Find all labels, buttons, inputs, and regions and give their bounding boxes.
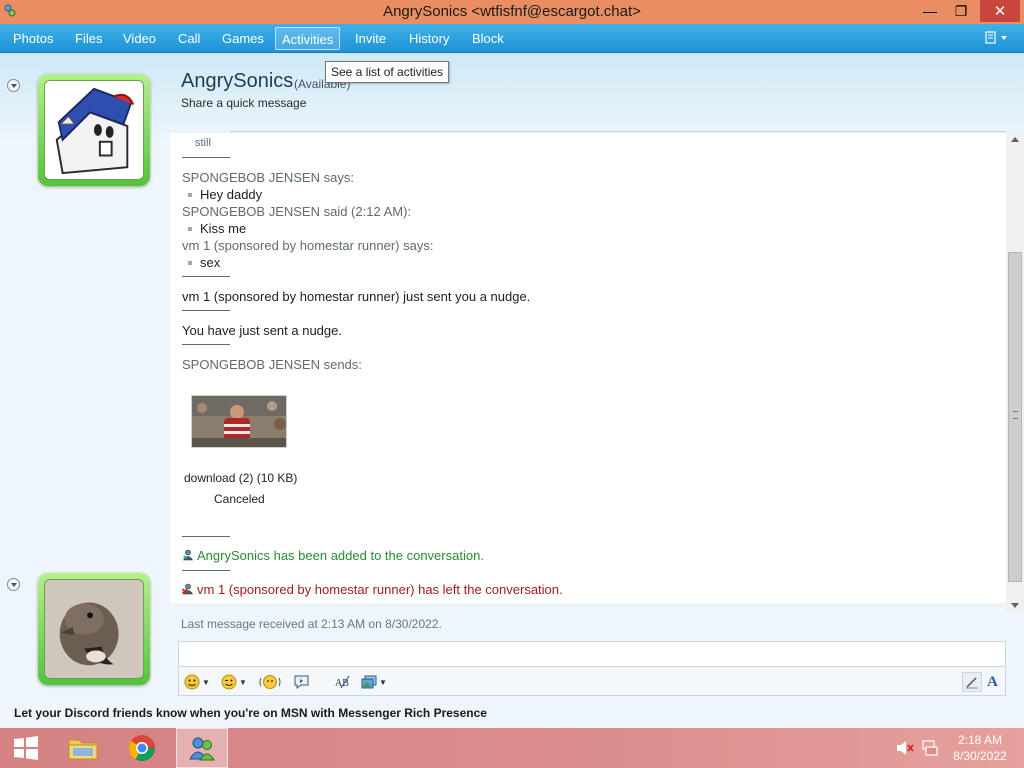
personal-message: Share a quick message (181, 96, 307, 110)
messenger-taskbar-button[interactable] (176, 728, 228, 768)
separator (182, 157, 230, 158)
chrome-icon (128, 735, 156, 762)
scroll-down-arrow[interactable] (1011, 603, 1019, 608)
header-divider (230, 131, 1006, 132)
file-explorer-button[interactable] (56, 728, 110, 768)
separator (182, 570, 230, 571)
sender-line: SPONGEBOB JENSEN says: (182, 170, 354, 185)
volume-muted-icon[interactable] (896, 740, 914, 756)
handwriting-button[interactable] (962, 672, 982, 692)
tab-history[interactable]: History (403, 27, 455, 50)
nudge-icon (259, 675, 281, 689)
menu-bar: Photos Files Video Call Games Activities… (0, 24, 1024, 53)
wink-button[interactable]: ▼ (221, 672, 247, 692)
nudge-button[interactable] (259, 672, 281, 692)
network-icon[interactable] (921, 739, 939, 757)
taskbar: 2:18 AM 8/30/2022 (0, 728, 1024, 768)
file-status: Canceled (214, 492, 265, 506)
tab-block[interactable]: Block (466, 27, 510, 50)
separator (182, 310, 230, 311)
tab-games[interactable]: Games (216, 27, 270, 50)
sender-line: vm 1 (sponsored by homestar runner) says… (182, 238, 434, 253)
bullet (188, 193, 192, 197)
window-title: AngrySonics <wtfisfnf@escargot.chat> (383, 3, 641, 20)
tab-activities[interactable]: Activities (275, 27, 341, 50)
file-name: download (2) (10 KB) (184, 471, 298, 485)
user-joined-text: AngrySonics has been added to the conver… (197, 548, 484, 563)
truncated-message: still (195, 137, 211, 149)
background-icon (361, 675, 377, 689)
message-input[interactable] (178, 641, 1006, 667)
show-menu-icon[interactable] (984, 30, 1014, 47)
bullet (188, 261, 192, 265)
sender-line: SPONGEBOB JENSEN said (2:12 AM): (182, 204, 412, 219)
maximize-button[interactable]: ❐ (946, 0, 976, 22)
sender-line: SPONGEBOB JENSEN sends: (182, 357, 362, 372)
background-button[interactable]: ▼ (361, 672, 387, 692)
house-avatar-icon (45, 81, 143, 179)
scroll-up-arrow[interactable] (1011, 137, 1019, 142)
tab-video[interactable]: Video (117, 27, 162, 50)
user-joined-notice: AngrySonics has been added to the conver… (182, 548, 484, 563)
last-message-info: Last message received at 2:13 AM on 8/30… (181, 617, 442, 631)
bullet (188, 227, 192, 231)
close-button[interactable]: ✕ (980, 0, 1020, 22)
header-background (0, 53, 1024, 143)
tab-photos[interactable]: Photos (7, 27, 59, 50)
separator (182, 276, 230, 277)
user-left-text: vm 1 (sponsored by homestar runner) has … (197, 582, 563, 597)
user-joined-icon (182, 549, 194, 561)
tab-invite[interactable]: Invite (349, 27, 392, 50)
spellcheck-icon: AB (335, 675, 350, 689)
scroll-thumb[interactable] (1008, 252, 1022, 582)
bird-avatar-icon (45, 580, 143, 678)
chrome-button[interactable] (116, 728, 168, 768)
clock-date: 8/30/2022 (953, 749, 1007, 763)
self-avatar[interactable] (38, 573, 150, 685)
tab-call[interactable]: Call (172, 27, 206, 50)
conversation-scrollbar[interactable] (1006, 133, 1024, 611)
collapse-contact-button[interactable] (7, 79, 20, 92)
start-button[interactable] (0, 728, 52, 768)
file-thumbnail[interactable] (191, 395, 287, 448)
font-icon: A (987, 673, 998, 690)
spellcheck-button[interactable]: AB (335, 672, 353, 692)
contact-name: AngrySonics (181, 70, 294, 92)
clock-time: 2:18 AM (957, 733, 1003, 747)
activities-tooltip: See a list of activities (325, 61, 450, 83)
voice-clip-icon (294, 675, 309, 689)
font-button[interactable]: A (987, 672, 998, 692)
message-text: sex (200, 255, 221, 270)
messenger-people-icon (189, 737, 215, 761)
nudge-sent: You have just sent a nudge. (182, 323, 342, 338)
separator (182, 344, 230, 345)
wink-icon (221, 674, 237, 690)
user-left-notice: vm 1 (sponsored by homestar runner) has … (182, 582, 563, 597)
separator (182, 536, 230, 537)
photo-thumbnail-icon (192, 396, 286, 447)
user-left-icon (182, 583, 194, 595)
conversation-history: still SPONGEBOB JENSEN says: Hey daddy S… (170, 133, 1006, 603)
promo-banner[interactable]: Let your Discord friends know when you'r… (14, 706, 487, 720)
message-text: Kiss me (200, 221, 247, 236)
smiley-icon (184, 674, 200, 690)
contact-avatar[interactable] (38, 74, 150, 186)
tab-files[interactable]: Files (69, 27, 108, 50)
nudge-received: vm 1 (sponsored by homestar runner) just… (182, 289, 531, 304)
taskbar-clock[interactable]: 2:18 AM 8/30/2022 (950, 732, 1010, 764)
folder-icon (68, 739, 98, 760)
pen-icon (966, 677, 978, 689)
minimize-button[interactable]: — (915, 0, 945, 22)
message-text: Hey daddy (200, 187, 263, 202)
windows-logo-icon (14, 736, 38, 760)
input-toolbar: ▼ ▼ AB ▼ A (178, 668, 1006, 696)
title-bar: AngrySonics <wtfisfnf@escargot.chat> — ❐… (0, 0, 1024, 24)
emoticon-button[interactable]: ▼ (184, 672, 210, 692)
collapse-self-button[interactable] (7, 578, 20, 591)
voice-clip-button[interactable] (293, 672, 311, 692)
